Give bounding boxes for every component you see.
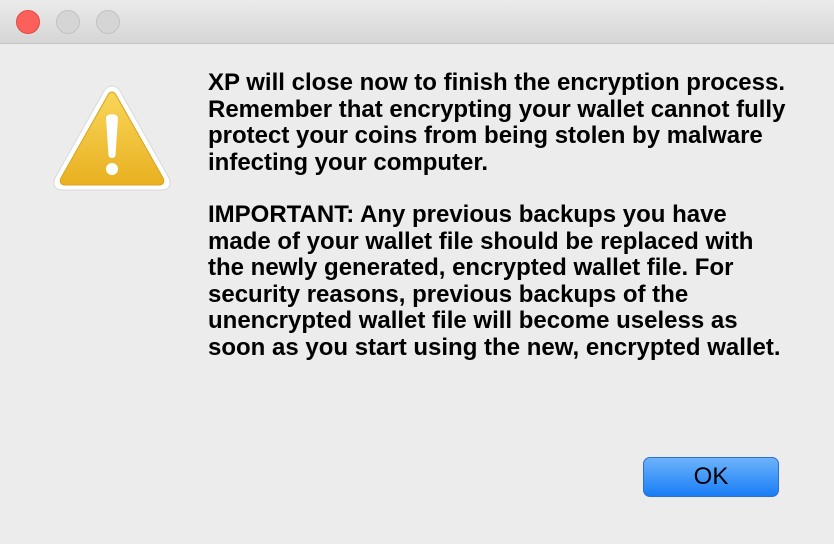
message-paragraph: XP will close now to finish the encrypti… — [208, 69, 786, 176]
title-bar — [0, 0, 834, 44]
important-paragraph: IMPORTANT: Any previous backups you have… — [208, 201, 781, 361]
warning-icon — [53, 85, 171, 191]
ok-button[interactable]: OK — [643, 457, 779, 497]
maximize-window-button[interactable] — [96, 10, 120, 34]
alert-message: XP will close now to finish the encrypti… — [208, 69, 808, 361]
close-window-button[interactable] — [16, 10, 40, 34]
minimize-window-button[interactable] — [56, 10, 80, 34]
alert-window: XP will close now to finish the encrypti… — [0, 0, 834, 544]
